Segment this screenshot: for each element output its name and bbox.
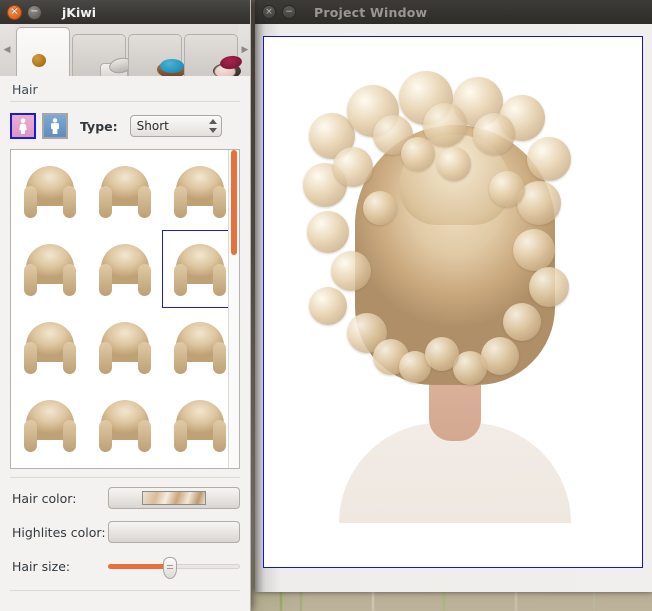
hair-style-straight-bangs[interactable] — [88, 308, 163, 386]
hair-style-side-swept-bob[interactable] — [162, 152, 237, 230]
project-minimize-button[interactable]: − — [282, 5, 296, 19]
hair-curl — [309, 287, 347, 325]
jkiwi-window[interactable]: × − jKiwi ◀ ▶ Hair Type: — [0, 0, 251, 611]
hair-curl — [437, 147, 471, 181]
hair-color-swatch — [142, 491, 206, 505]
male-gender-button[interactable] — [42, 113, 68, 139]
avatar-canvas[interactable] — [263, 36, 643, 568]
hair-size-row: Hair size: — [0, 546, 250, 580]
hair-curl — [529, 267, 569, 307]
tab-lips[interactable] — [184, 34, 238, 76]
hair-style-messy-short[interactable] — [13, 386, 88, 464]
hair-style-blunt-bangs[interactable] — [88, 230, 163, 308]
hair-thumbnail-icon — [97, 318, 153, 376]
hair-style-scrollbar[interactable] — [228, 150, 239, 468]
avatar-portrait — [303, 51, 603, 521]
type-label: Type: — [80, 119, 118, 134]
jkiwi-close-button[interactable]: × — [7, 5, 22, 20]
hair-style-curly-shoulder[interactable] — [13, 230, 88, 308]
project-window-title: Project Window — [314, 5, 427, 20]
hair-curl — [425, 337, 459, 371]
hair-curl — [331, 251, 371, 291]
highlites-color-row: Highlites color: — [0, 512, 250, 546]
tab-eyes[interactable] — [128, 34, 182, 76]
highlites-color-button[interactable] — [108, 521, 240, 543]
hair-thumbnail-icon — [97, 162, 153, 220]
tab-skin[interactable] — [72, 34, 126, 76]
hair-thumbnail-icon — [97, 240, 153, 298]
hair-curl — [401, 137, 435, 171]
tab-strip: ◀ ▶ — [0, 24, 250, 77]
hair-thumbnail-icon — [172, 396, 228, 454]
hair-curl — [333, 147, 373, 187]
project-close-button[interactable]: × — [262, 5, 276, 19]
hair-type-value: Short — [137, 119, 169, 133]
project-window[interactable]: × − Project Window — [255, 0, 652, 592]
slider-fill — [108, 564, 170, 569]
hair-thumbnail-icon — [172, 318, 228, 376]
scrollbar-thumb[interactable] — [231, 150, 237, 255]
hair-type-select[interactable]: Short — [130, 115, 222, 137]
project-window-titlebar[interactable]: × − Project Window — [255, 0, 652, 24]
hair-color-button[interactable] — [108, 487, 240, 509]
spinner-arrows-icon[interactable] — [208, 117, 218, 135]
panel-heading: Hair — [0, 76, 250, 101]
hair-curl — [423, 103, 467, 147]
hair-thumbnail-icon — [172, 162, 228, 220]
hair-thumbnail-icon — [22, 318, 78, 376]
hair-curl — [503, 303, 541, 341]
hair-style-cropped-short[interactable] — [88, 386, 163, 464]
hair-style-long-side-part[interactable] — [162, 386, 237, 464]
tab-hair[interactable] — [16, 27, 70, 76]
project-window-body — [255, 24, 652, 592]
tab-list — [14, 24, 238, 76]
tab-scroll-left-icon[interactable]: ◀ — [0, 24, 14, 76]
highlites-color-label: Highlites color: — [12, 525, 108, 540]
jkiwi-minimize-button[interactable]: − — [27, 5, 42, 20]
hair-color-label: Hair color: — [12, 491, 108, 506]
hair-style-list[interactable] — [10, 149, 240, 469]
controls-divider-bottom — [10, 590, 240, 591]
jkiwi-title: jKiwi — [62, 5, 96, 20]
hair-style-straight-bob[interactable] — [13, 152, 88, 230]
hair-size-label: Hair size: — [12, 559, 108, 574]
jkiwi-titlebar[interactable]: × − jKiwi — [0, 0, 250, 24]
hair-curl — [473, 113, 515, 155]
hair-style-tousled-short[interactable] — [162, 308, 237, 386]
hair-curl — [489, 171, 525, 207]
hair-style-layered-fringe[interactable] — [88, 152, 163, 230]
hair-curl — [363, 191, 397, 225]
gender-type-row: Type: Short — [0, 102, 250, 149]
hair-style-grid — [11, 150, 239, 466]
hair-thumbnail-icon — [22, 396, 78, 454]
hair-thumbnail-icon — [22, 162, 78, 220]
hair-thumbnail-icon — [22, 240, 78, 298]
hair-size-slider[interactable] — [108, 555, 240, 577]
hair-style-curly-short[interactable] — [162, 230, 237, 308]
hair-curl — [307, 211, 349, 253]
hair-thumbnail-icon — [97, 396, 153, 454]
hair-color-row: Hair color: — [0, 478, 250, 512]
slider-handle[interactable] — [163, 557, 177, 579]
hair-thumbnail-icon — [172, 240, 228, 298]
hair-panel: Hair Type: Short — [0, 76, 250, 611]
female-gender-button[interactable] — [10, 113, 36, 139]
hair-curl — [513, 229, 555, 271]
hair-style-wavy-pixie[interactable] — [13, 308, 88, 386]
hair-curl — [527, 137, 571, 181]
